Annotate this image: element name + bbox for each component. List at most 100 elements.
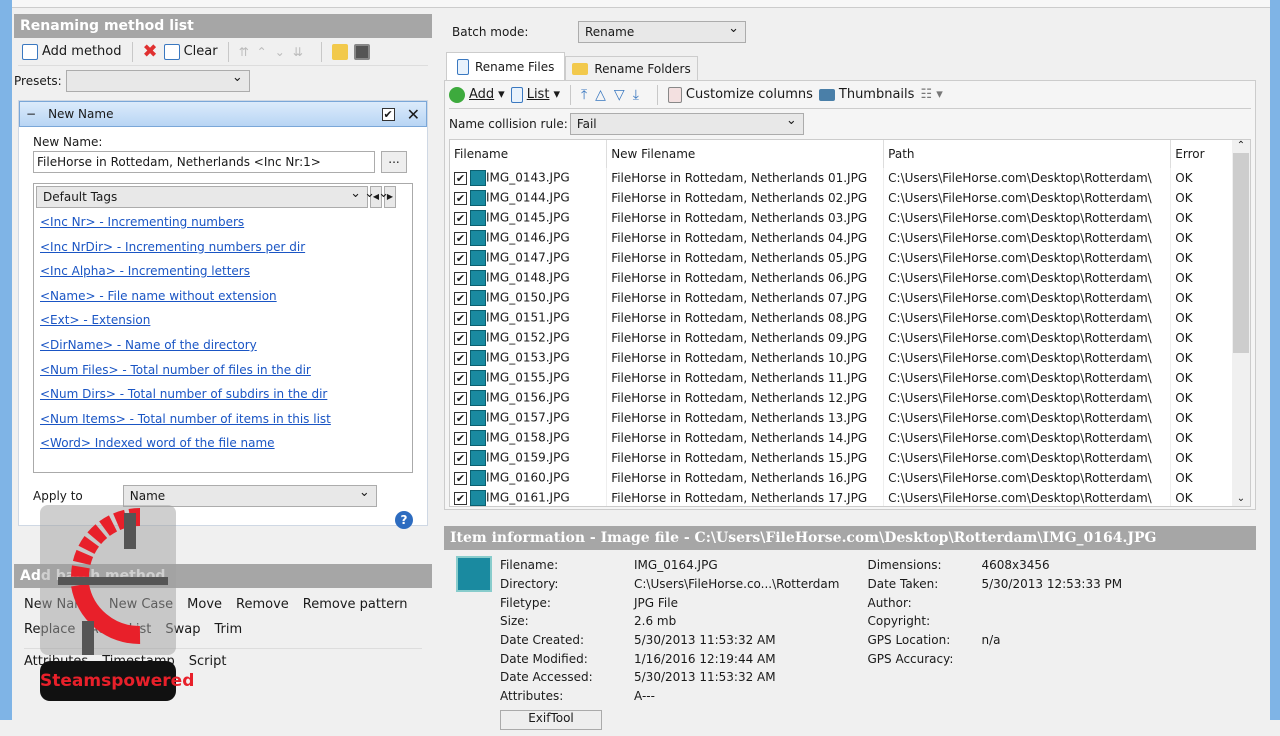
table-row[interactable]: ✔ IMG_0148.JPG FileHorse in Rottedam, Neth… — [450, 268, 1236, 288]
column-header[interactable]: Path — [883, 140, 1172, 168]
error-cell: OK — [1170, 328, 1236, 348]
row-checkbox[interactable]: ✔ — [454, 411, 467, 425]
tab-rename-files[interactable]: Rename Files — [446, 52, 566, 80]
table-header: Filename New Filename Path Error — [450, 140, 1236, 168]
move-rows-icon[interactable]: ⤒△▽⤓ — [581, 87, 647, 103]
row-checkbox[interactable]: ✔ — [454, 491, 467, 505]
method-header[interactable]: − New Name ✔ ✕ — [19, 101, 427, 127]
tag-link[interactable]: <Inc NrDir> - Incrementing numbers per d… — [40, 235, 406, 260]
scroll-down-icon[interactable]: ⌄ — [1232, 493, 1250, 504]
table-row[interactable]: ✔ IMG_0159.JPG FileHorse in Rottedam, Neth… — [450, 448, 1236, 468]
row-checkbox[interactable]: ✔ — [454, 291, 467, 305]
row-checkbox[interactable]: ✔ — [454, 451, 467, 465]
tag-link[interactable]: <Num Files> - Total number of files in t… — [40, 358, 406, 383]
table-row[interactable]: ✔ IMG_0161.JPG FileHorse in Rottedam, Neth… — [450, 488, 1236, 506]
add-method-button[interactable]: Add method — [22, 43, 122, 60]
method-enabled-checkbox[interactable]: ✔ — [381, 107, 395, 121]
presets-label: Presets: — [14, 74, 62, 88]
tab-rename-folders[interactable]: Rename Folders — [565, 56, 698, 80]
remove-method-icon[interactable]: ✕ — [407, 105, 420, 124]
batch-method-button[interactable]: Remove — [236, 597, 289, 612]
new-filename-cell: FileHorse in Rottedam, Netherlands 09.JP… — [606, 328, 885, 348]
info-value — [981, 649, 1122, 668]
thumbnails-button[interactable]: Thumbnails — [818, 87, 914, 102]
browse-button[interactable]: ... — [381, 151, 407, 173]
tag-link[interactable]: <Word> Indexed word of the file name — [40, 431, 406, 456]
tag-link[interactable]: <Num Items> - Total number of items in t… — [40, 407, 406, 432]
table-row[interactable]: ✔ IMG_0157.JPG FileHorse in Rottedam, Neth… — [450, 408, 1236, 428]
list-button[interactable]: List ▾ — [510, 86, 560, 103]
filename: IMG_0150.JPG — [486, 290, 570, 305]
collapse-icon[interactable]: − — [26, 107, 36, 121]
delete-icon[interactable]: ✖ — [143, 41, 158, 62]
vertical-scrollbar[interactable]: ⌃ ⌄ — [1232, 140, 1250, 506]
view-options-icon[interactable]: ☷ ▾ — [920, 87, 942, 102]
info-label: Directory: — [500, 577, 559, 592]
table-row[interactable]: ✔ IMG_0156.JPG FileHorse in Rottedam, Neth… — [450, 388, 1236, 408]
row-checkbox[interactable]: ✔ — [454, 251, 467, 265]
tag-link[interactable]: <Num Dirs> - Total number of subdirs in … — [40, 382, 406, 407]
column-header[interactable]: Error — [1170, 140, 1236, 168]
help-icon[interactable]: ? — [395, 511, 413, 529]
new-name-input[interactable]: FileHorse in Rottedam, Netherlands <Inc … — [33, 151, 375, 173]
row-checkbox[interactable]: ✔ — [454, 231, 467, 245]
table-row[interactable]: ✔ IMG_0145.JPG FileHorse in Rottedam, Neth… — [450, 208, 1236, 228]
batch-method-button[interactable]: Trim — [214, 622, 242, 637]
row-checkbox[interactable]: ✔ — [454, 191, 467, 205]
image-file-icon — [470, 190, 486, 206]
tags-select[interactable]: Default Tags — [36, 184, 368, 208]
row-checkbox[interactable]: ✔ — [454, 171, 467, 185]
path-cell: C:\Users\FileHorse.com\Desktop\Rotterdam… — [883, 188, 1172, 208]
table-row[interactable]: ✔ IMG_0152.JPG FileHorse in Rottedam, Neth… — [450, 328, 1236, 348]
customize-columns-button[interactable]: Customize columns — [667, 86, 813, 103]
tag-link[interactable]: <Inc Alpha> - Incrementing letters — [40, 259, 406, 284]
scrollbar-thumb[interactable] — [1233, 153, 1249, 353]
move-arrows-icon[interactable]: ⇈⌃⌄⇊ — [239, 45, 311, 59]
table-row[interactable]: ✔ IMG_0151.JPG FileHorse in Rottedam, Neth… — [450, 308, 1236, 328]
table-row[interactable]: ✔ IMG_0144.JPG FileHorse in Rottedam, Neth… — [450, 188, 1236, 208]
table-row[interactable]: ✔ IMG_0155.JPG FileHorse in Rottedam, Neth… — [450, 368, 1236, 388]
row-checkbox[interactable]: ✔ — [454, 311, 467, 325]
row-checkbox[interactable]: ✔ — [454, 271, 467, 285]
row-checkbox[interactable]: ✔ — [454, 211, 467, 225]
batch-method-button[interactable]: Script — [189, 654, 227, 669]
tag-link[interactable]: <Ext> - Extension — [40, 308, 406, 333]
tag-link[interactable]: <Inc Nr> - Incrementing numbers — [40, 210, 406, 235]
new-filename-cell: FileHorse in Rottedam, Netherlands 01.JP… — [606, 168, 885, 188]
info-row: Attributes: A--- — [500, 687, 839, 706]
clear-button[interactable]: Clear — [163, 43, 218, 60]
new-filename-cell: FileHorse in Rottedam, Netherlands 03.JP… — [606, 208, 885, 228]
row-checkbox[interactable]: ✔ — [454, 371, 467, 385]
load-preset-icon[interactable] — [331, 43, 348, 60]
tags-next-button[interactable]: ▶ — [378, 184, 396, 208]
row-checkbox[interactable]: ✔ — [454, 471, 467, 485]
image-file-icon — [470, 390, 486, 406]
presets-select[interactable] — [65, 68, 250, 92]
batch-method-button[interactable]: Move — [187, 597, 222, 612]
path-cell: C:\Users\FileHorse.com\Desktop\Rotterdam… — [883, 308, 1172, 328]
batch-method-button[interactable]: Remove pattern — [303, 597, 408, 612]
row-checkbox[interactable]: ✔ — [454, 331, 467, 345]
column-header[interactable]: Filename — [450, 140, 608, 168]
row-checkbox[interactable]: ✔ — [454, 391, 467, 405]
table-row[interactable]: ✔ IMG_0146.JPG FileHorse in Rottedam, Neth… — [450, 228, 1236, 248]
table-row[interactable]: ✔ IMG_0160.JPG FileHorse in Rottedam, Neth… — [450, 468, 1236, 488]
row-checkbox[interactable]: ✔ — [454, 351, 467, 365]
apply-to-select[interactable]: Name — [122, 483, 377, 507]
column-header[interactable]: New Filename — [606, 140, 885, 168]
add-button[interactable]: Add ▾ — [449, 86, 505, 103]
scroll-up-icon[interactable]: ⌃ — [1232, 140, 1250, 151]
tag-link[interactable]: <DirName> - Name of the directory — [40, 333, 406, 358]
table-row[interactable]: ✔ IMG_0150.JPG FileHorse in Rottedam, Neth… — [450, 288, 1236, 308]
table-row[interactable]: ✔ IMG_0143.JPG FileHorse in Rottedam, Neth… — [450, 168, 1236, 188]
save-icon[interactable] — [353, 43, 370, 60]
batch-mode-select[interactable]: Rename — [578, 19, 746, 43]
collision-select[interactable]: Fail — [569, 111, 804, 135]
path-cell: C:\Users\FileHorse.com\Desktop\Rotterdam… — [883, 408, 1172, 428]
table-row[interactable]: ✔ IMG_0147.JPG FileHorse in Rottedam, Neth… — [450, 248, 1236, 268]
row-checkbox[interactable]: ✔ — [454, 431, 467, 445]
folder-icon — [572, 62, 589, 75]
table-row[interactable]: ✔ IMG_0158.JPG FileHorse in Rottedam, Neth… — [450, 428, 1236, 448]
table-row[interactable]: ✔ IMG_0153.JPG FileHorse in Rottedam, Neth… — [450, 348, 1236, 368]
tag-link[interactable]: <Name> - File name without extension — [40, 284, 406, 309]
